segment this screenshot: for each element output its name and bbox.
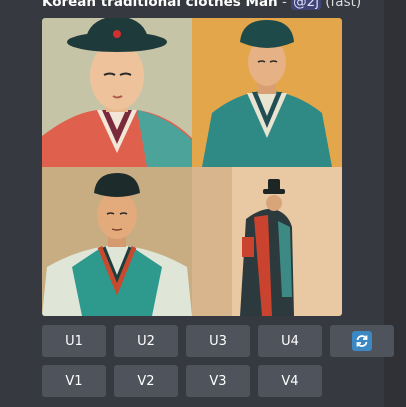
image-grid[interactable] — [42, 18, 342, 316]
mode-label: (fast) — [325, 0, 362, 10]
portrait-4 — [192, 167, 342, 316]
user-mention[interactable]: @2j — [291, 0, 321, 10]
upscale-row: U1 U2 U3 U4 — [42, 325, 394, 357]
message-header: Korean traditional clothes Man - @2j (fa… — [42, 0, 361, 14]
portrait-3 — [42, 167, 192, 316]
reroll-button[interactable] — [330, 325, 394, 357]
variation-button-4[interactable]: V4 — [258, 365, 322, 397]
variation-row: V1 V2 V3 V4 — [42, 365, 394, 397]
grid-image-4[interactable] — [192, 167, 342, 316]
portrait-2 — [192, 18, 342, 167]
upscale-button-3[interactable]: U3 — [186, 325, 250, 357]
prompt-text: Korean traditional clothes Man — [42, 0, 278, 10]
refresh-icon — [352, 331, 372, 351]
action-buttons: U1 U2 U3 U4 V1 V2 V3 V4 — [42, 325, 394, 405]
variation-button-2[interactable]: V2 — [114, 365, 178, 397]
upscale-button-4[interactable]: U4 — [258, 325, 322, 357]
separator: - — [277, 0, 292, 10]
variation-button-3[interactable]: V3 — [186, 365, 250, 397]
grid-image-1[interactable] — [42, 18, 192, 167]
grid-image-3[interactable] — [42, 167, 192, 316]
grid-image-2[interactable] — [192, 18, 342, 167]
portrait-1 — [42, 18, 192, 167]
upscale-button-2[interactable]: U2 — [114, 325, 178, 357]
variation-button-1[interactable]: V1 — [42, 365, 106, 397]
upscale-button-1[interactable]: U1 — [42, 325, 106, 357]
